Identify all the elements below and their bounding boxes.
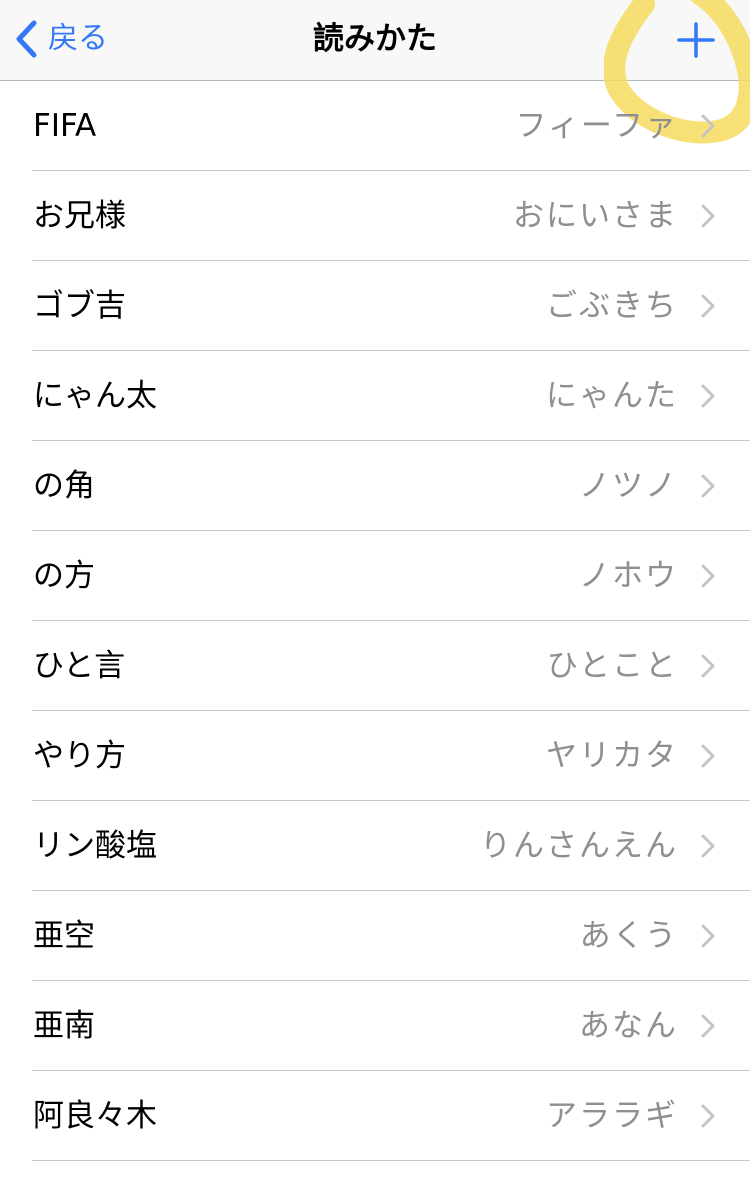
entry-word: 亜南 <box>33 1008 95 1044</box>
entry-reading: ひとこと <box>546 648 678 684</box>
list-item[interactable]: リン酸塩 りんさんえん <box>0 801 750 891</box>
entry-word: ひと言 <box>33 648 126 684</box>
chevron-right-icon <box>701 114 715 138</box>
chevron-right-icon <box>701 204 715 228</box>
chevron-right-icon <box>701 384 715 408</box>
entry-reading: にゃんた <box>546 378 678 414</box>
entry-word: 阿良々木 <box>33 1098 157 1134</box>
entry-reading: ノツノ <box>579 468 678 504</box>
entry-word: の方 <box>33 558 95 594</box>
chevron-right-icon <box>701 834 715 858</box>
list-item[interactable]: お兄様 おにいさま <box>0 171 750 261</box>
list-item[interactable]: 亜南 あなん <box>0 981 750 1071</box>
plus-icon[interactable] <box>674 22 718 58</box>
list-item[interactable]: にゃん太 にゃんた <box>0 351 750 441</box>
entry-word: の角 <box>33 468 95 504</box>
list-item[interactable]: FIFA フィーファ <box>0 81 750 171</box>
list-item[interactable]: ひと言 ひとこと <box>0 621 750 711</box>
entry-word: やり方 <box>33 738 126 774</box>
entry-word: 亜空 <box>33 918 95 954</box>
entry-word: お兄様 <box>33 198 126 234</box>
chevron-right-icon <box>701 1014 715 1038</box>
list-item[interactable]: 亜空 あくう <box>0 891 750 981</box>
navigation-bar: 戻る 読みかた <box>0 0 750 81</box>
entry-word: にゃん太 <box>33 378 157 414</box>
entry-word: リン酸塩 <box>33 828 157 864</box>
entry-reading: あくう <box>579 918 678 954</box>
chevron-right-icon <box>701 294 715 318</box>
chevron-right-icon <box>701 924 715 948</box>
list-item[interactable]: ゴブ吉 ごぶきち <box>0 261 750 351</box>
entry-reading: りんさんえん <box>480 828 678 864</box>
list-item[interactable]: の方 ノホウ <box>0 531 750 621</box>
list-item[interactable]: の角 ノツノ <box>0 441 750 531</box>
entry-reading: あなん <box>579 1008 678 1044</box>
chevron-right-icon <box>701 654 715 678</box>
entry-reading: ヤリカタ <box>546 738 678 774</box>
reading-list: FIFA フィーファお兄様 おにいさまゴブ吉 ごぶきちにゃん太 にゃんたの角 ノツノの方 ノ… <box>0 81 750 1161</box>
entry-word: ゴブ吉 <box>33 288 126 324</box>
entry-reading: アララギ <box>546 1098 678 1134</box>
entry-reading: ごぶきち <box>546 288 678 324</box>
chevron-right-icon <box>701 564 715 588</box>
list-item[interactable]: 阿良々木 アララギ <box>0 1071 750 1161</box>
chevron-right-icon <box>701 1104 715 1128</box>
entry-reading: おにいさま <box>513 198 678 234</box>
entry-reading: ノホウ <box>579 558 678 594</box>
entry-word: FIFA <box>33 108 97 144</box>
chevron-right-icon <box>701 744 715 768</box>
page-title: 読みかた <box>313 21 437 57</box>
chevron-right-icon <box>701 474 715 498</box>
list-item[interactable]: やり方 ヤリカタ <box>0 711 750 801</box>
entry-reading: フィーファ <box>515 108 678 144</box>
